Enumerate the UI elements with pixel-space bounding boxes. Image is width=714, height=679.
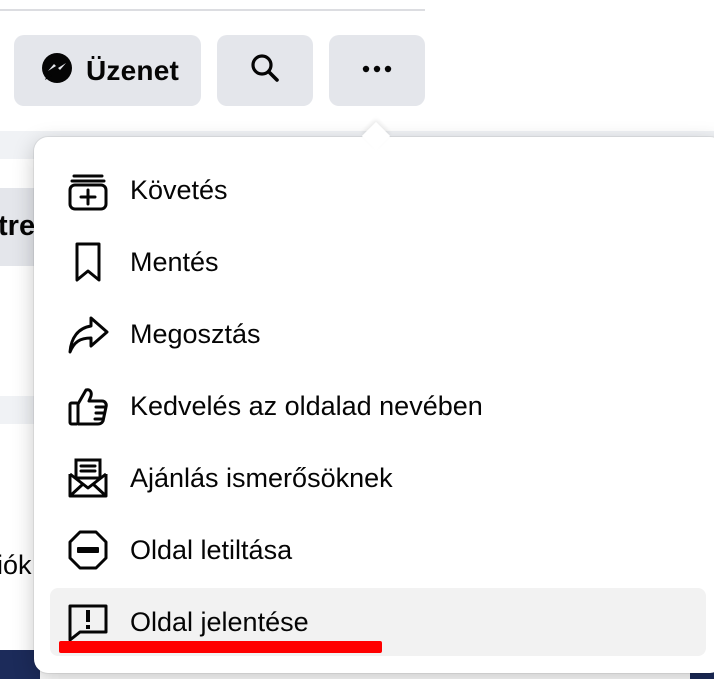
top-divider [0, 9, 425, 11]
menu-item-block-page[interactable]: Oldal letiltása [50, 516, 706, 584]
messenger-icon [40, 51, 74, 90]
menu-item-like-as-page[interactable]: Kedvelés az oldalad nevében [50, 372, 706, 440]
invite-icon [64, 454, 112, 502]
menu-item-label: Oldal jelentése [130, 606, 309, 637]
follow-icon [64, 166, 112, 214]
menu-item-label: Kedvelés az oldalad nevében [130, 390, 483, 421]
search-icon [248, 51, 282, 90]
message-button-label: Üzenet [86, 54, 179, 86]
red-annotation-underline [59, 641, 382, 653]
page-options-menu: Követés Mentés Megosztás Kedvelés az old… [34, 137, 714, 673]
search-button[interactable] [217, 35, 313, 106]
more-options-button[interactable] [329, 35, 425, 106]
menu-item-label: Ajánlás ismerősöknek [130, 462, 393, 493]
menu-item-save[interactable]: Mentés [50, 228, 706, 296]
menu-item-label: Megosztás [130, 318, 261, 349]
more-dots-icon [360, 62, 394, 80]
background-text: iók [0, 550, 32, 580]
menu-item-label: Oldal letiltása [130, 534, 293, 565]
menu-item-label: Mentés [130, 246, 219, 277]
bookmark-icon [64, 238, 112, 286]
report-icon [64, 598, 112, 646]
message-button[interactable]: Üzenet [14, 35, 201, 106]
share-icon [64, 310, 112, 358]
menu-item-label: Követés [130, 174, 228, 205]
menu-item-follow[interactable]: Követés [50, 156, 706, 224]
block-icon [64, 526, 112, 574]
like-icon [64, 382, 112, 430]
menu-item-share[interactable]: Megosztás [50, 300, 706, 368]
menu-item-invite-friends[interactable]: Ajánlás ismerősöknek [50, 444, 706, 512]
